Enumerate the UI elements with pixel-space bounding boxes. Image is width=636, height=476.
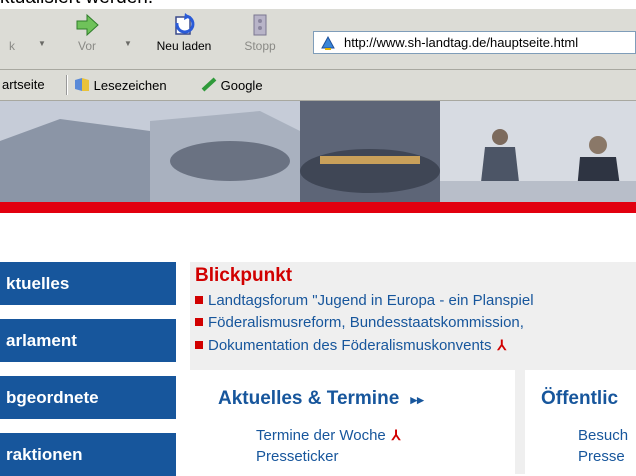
pdf-icon[interactable]: ⅄	[497, 337, 506, 354]
reload-icon	[175, 13, 195, 35]
back-dropdown-icon[interactable]: ▼	[38, 39, 46, 48]
browser-toolbar: k ▼ Vor ▼ Neu laden Stopp http://www.sh-…	[0, 9, 636, 70]
blickpunkt-title: Blickpunkt	[195, 265, 293, 286]
forward-dropdown-icon[interactable]: ▼	[124, 39, 132, 48]
aktuelles-termine-label: Aktuelles & Termine	[218, 388, 400, 409]
blickpunkt-link-text: Föderalismusreform, Bundesstaatskommissi…	[208, 314, 524, 331]
back-button[interactable]: k	[0, 11, 24, 63]
back-arrow-icon	[0, 13, 26, 37]
besuch-link[interactable]: Besuch	[578, 427, 628, 444]
red-bullet-icon	[195, 341, 203, 349]
bookmarks-separator	[66, 75, 68, 95]
presse-link[interactable]: Presse	[578, 448, 625, 465]
document-caption: ktualisiert werden.	[0, 0, 153, 9]
pdf-icon[interactable]: ⅄	[392, 427, 401, 444]
address-text: http://www.sh-landtag.de/hauptseite.html	[344, 35, 579, 50]
stop-icon	[253, 14, 267, 36]
presseticker-link[interactable]: Presseticker	[256, 448, 339, 465]
google-label: Google	[220, 78, 263, 93]
bookmarks-bar: artseite Lesezeichen Google	[0, 70, 636, 101]
google-bookmark[interactable]: Google	[201, 77, 263, 93]
red-bullet-icon	[195, 296, 203, 304]
home-bookmark[interactable]: artseite	[2, 77, 45, 92]
bookmarks-icon	[75, 78, 89, 91]
header-banner-image	[0, 101, 636, 203]
stop-label: Stopp	[244, 39, 276, 53]
oeffentlichkeit-title[interactable]: Öffentlic	[541, 388, 618, 410]
parliament-photo-collage	[0, 101, 636, 203]
stop-button[interactable]: Stopp	[232, 11, 288, 63]
nav-abgeordnete[interactable]: bgeordnete	[0, 376, 176, 419]
reload-label: Neu laden	[156, 39, 212, 53]
forward-label: Vor	[77, 39, 96, 53]
blickpunkt-link-text: Dokumentation des Föderalismuskonvents	[208, 337, 492, 354]
red-accent-bar	[0, 202, 636, 213]
blickpunkt-link-jugendforum[interactable]: Landtagsforum "Jugend in Europa - ein Pl…	[195, 292, 534, 309]
double-chevron-right-icon: ▸▸	[410, 392, 424, 407]
back-label: k	[9, 39, 15, 53]
termine-der-woche-link[interactable]: Termine der Woche ⅄	[256, 427, 400, 444]
blickpunkt-link-text: Landtagsforum "Jugend in Europa - ein Pl…	[208, 292, 534, 309]
forward-button[interactable]: Vor	[62, 11, 112, 63]
aktuelles-termine-title[interactable]: Aktuelles & Termine ▸▸	[218, 388, 424, 410]
blickpunkt-link-dokumentation[interactable]: Dokumentation des Föderalismuskonvents ⅄	[195, 337, 506, 354]
termine-der-woche-text: Termine der Woche	[256, 427, 386, 444]
google-icon	[201, 77, 217, 92]
reload-button[interactable]: Neu laden	[148, 11, 220, 63]
column-divider	[515, 370, 525, 474]
nav-fraktionen[interactable]: raktionen	[0, 433, 176, 476]
page-icon	[321, 35, 335, 50]
blickpunkt-link-foederalismusreform[interactable]: Föderalismusreform, Bundesstaatskommissi…	[195, 314, 524, 331]
forward-arrow-icon	[76, 13, 99, 37]
bookmarks-label: Lesezeichen	[93, 78, 167, 93]
bookmarks-menu[interactable]: Lesezeichen	[74, 77, 167, 93]
nav-parlament[interactable]: arlament	[0, 319, 176, 362]
nav-aktuelles[interactable]: ktuelles	[0, 262, 176, 305]
address-bar[interactable]: http://www.sh-landtag.de/hauptseite.html	[313, 31, 636, 54]
red-bullet-icon	[195, 318, 203, 326]
